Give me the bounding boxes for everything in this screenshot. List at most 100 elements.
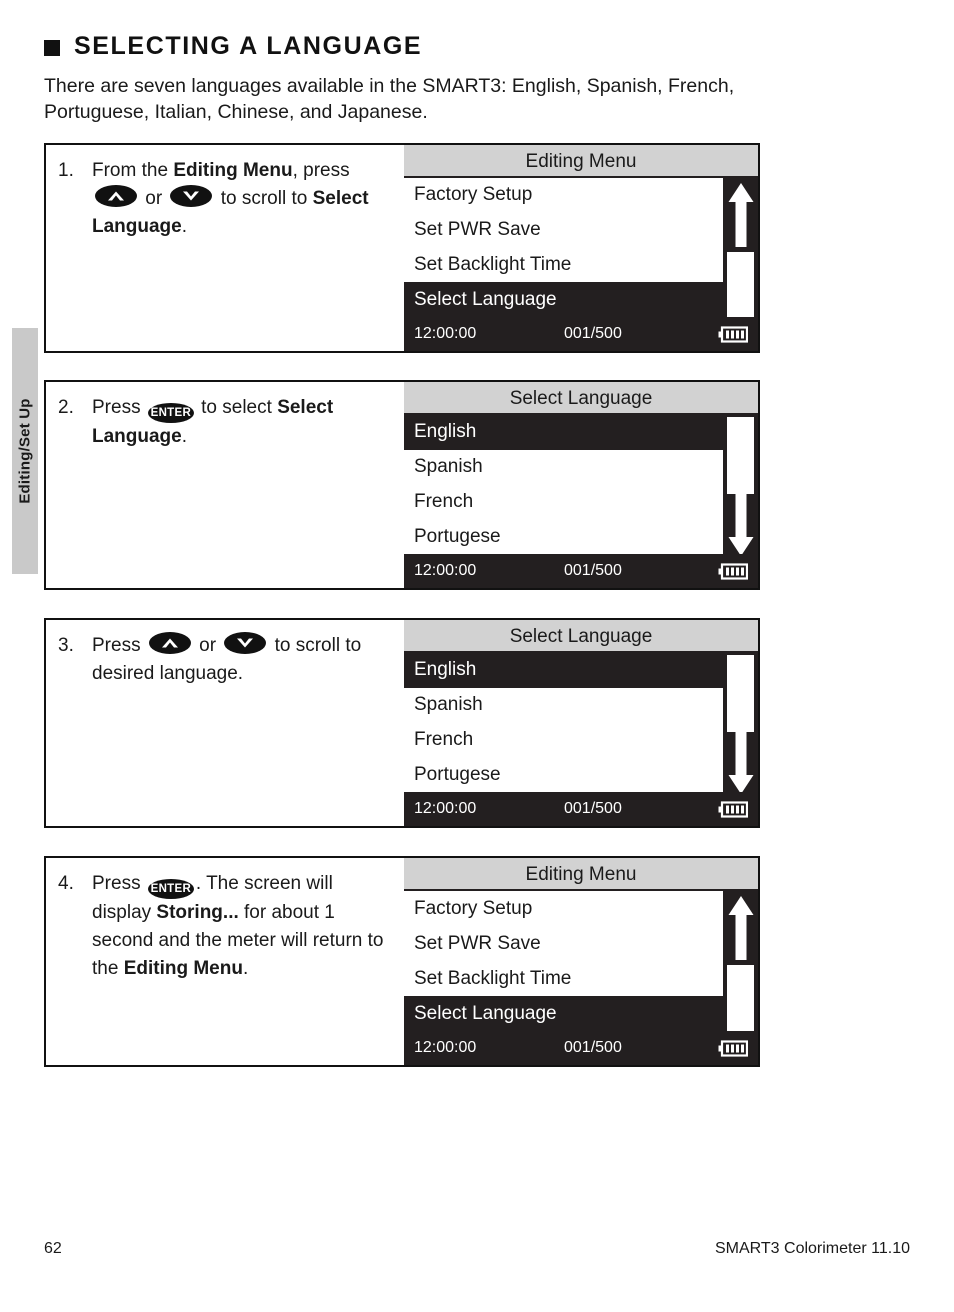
page-footer: 62 SMART3 Colorimeter 11.10 xyxy=(44,1240,910,1258)
lcd-menu-item[interactable]: Factory Setup xyxy=(404,891,723,926)
battery-full-icon xyxy=(718,800,748,818)
lcd-menu-list: Factory Setup Set PWR Save Set Backlight T… xyxy=(404,891,758,1038)
scrollbar-track-cell[interactable] xyxy=(723,961,758,1038)
scrollbar-track-cell[interactable] xyxy=(723,415,758,494)
lcd-status-bar: 12:00:00 001/500 xyxy=(404,1031,758,1065)
lcd-test-count: 001/500 xyxy=(564,1039,622,1056)
lcd-test-count: 001/500 xyxy=(564,800,622,817)
lcd-menu-item[interactable]: Spanish xyxy=(404,687,723,723)
scrollbar-track-cell[interactable] xyxy=(723,926,758,961)
lcd-menu-item[interactable]: French xyxy=(404,484,723,520)
lcd-menu-item[interactable]: English xyxy=(404,653,723,688)
step-number: 2. xyxy=(58,397,74,418)
lcd-scrollbar[interactable] xyxy=(723,178,758,325)
footer-document-title: SMART3 Colorimeter 11.10 xyxy=(714,1240,910,1257)
page-title: SELECTING A LANGUAGE xyxy=(74,32,423,60)
scrollbar-track-cell[interactable] xyxy=(723,248,758,325)
lcd-menu-list: Factory Setup Set PWR Save Set Backlight T… xyxy=(404,178,758,325)
lcd-menu-item[interactable]: English xyxy=(404,415,723,450)
lcd-title-bar: Editing Menu xyxy=(404,858,758,891)
lcd-status-bar: 12:00:00 001/500 xyxy=(404,554,758,588)
section-tab-editing-setup: Editing/Set Up xyxy=(12,328,38,574)
procedure-step: 4. Press ENTER. The screen will display S… xyxy=(44,856,760,1067)
step-instruction: 4. Press ENTER. The screen will display S… xyxy=(46,858,404,1065)
lcd-menu-list: English Spanish French Portugese xyxy=(404,415,758,556)
lcd-menu-item[interactable]: Select Language xyxy=(404,996,723,1031)
scrollbar-track-cell[interactable] xyxy=(723,996,758,1031)
lcd-scrollbar[interactable] xyxy=(723,891,758,1038)
lcd-menu-item[interactable]: Set Backlight Time xyxy=(404,247,723,283)
scrollbar-track-cell[interactable] xyxy=(723,519,758,554)
enter-key-icon[interactable]: ENTER xyxy=(147,879,194,899)
lcd-battery-indicator xyxy=(702,562,748,580)
lcd-scrollbar[interactable] xyxy=(723,415,758,556)
procedure-step: 1. From the Editing Menu, press or to scr… xyxy=(44,143,760,353)
lcd-scrollbar[interactable] xyxy=(723,653,758,794)
lcd-menu-item[interactable]: Select Language xyxy=(404,282,723,317)
battery-full-icon xyxy=(718,1039,748,1057)
step-number: 4. xyxy=(58,873,74,894)
lcd-clock: 12:00:00 xyxy=(414,325,477,342)
procedure-step: 2. Press ENTER to select Select Language.… xyxy=(44,380,760,590)
lcd-status-bar: 12:00:00 001/500 xyxy=(404,317,758,351)
lcd-menu-list: English Spanish French Portugese xyxy=(404,653,758,794)
lcd-battery-indicator xyxy=(702,800,748,818)
scrollbar-track-cell[interactable] xyxy=(723,213,758,248)
scrollbar-track-cell[interactable] xyxy=(723,757,758,792)
lcd-menu-item[interactable]: Portugese xyxy=(404,519,723,554)
lcd-menu-item[interactable]: Set PWR Save xyxy=(404,212,723,248)
scrollbar-track-cell[interactable] xyxy=(723,653,758,732)
lcd-title-bar: Editing Menu xyxy=(404,145,758,178)
step-number: 3. xyxy=(58,635,74,656)
procedure-step: 3. Press or to scroll to desired language… xyxy=(44,618,760,828)
footer-page-number: 62 xyxy=(44,1240,62,1257)
lcd-clock: 12:00:00 xyxy=(414,562,477,579)
lcd-clock: 12:00:00 xyxy=(414,800,477,817)
step-instruction: 2. Press ENTER to select Select Language. xyxy=(46,382,404,588)
enter-key-icon[interactable]: ENTER xyxy=(147,403,194,423)
lcd-battery-indicator xyxy=(702,1039,748,1057)
device-lcd-screen: Select Language English Spanish French Portu… xyxy=(404,620,758,826)
battery-full-icon xyxy=(718,325,748,343)
down-arrow-key-icon[interactable] xyxy=(170,185,213,207)
device-lcd-screen: Editing Menu Factory Setup Set PWR Save Set… xyxy=(404,145,758,351)
scrollbar-arrow-cell[interactable] xyxy=(723,485,758,556)
intro-paragraph: There are seven languages available in t… xyxy=(44,75,735,123)
scrollbar-arrow-cell[interactable] xyxy=(723,178,758,247)
step-instruction: 3. Press or to scroll to desired language… xyxy=(46,620,404,826)
lcd-menu-item[interactable]: Set Backlight Time xyxy=(404,961,723,996)
step-instruction: 1. From the Editing Menu, press or to scr… xyxy=(46,145,404,351)
lcd-menu-item[interactable]: Set PWR Save xyxy=(404,926,723,961)
page-header: SELECTING A LANGUAGE There are seven lan… xyxy=(44,32,904,125)
scrollbar-arrow-cell[interactable] xyxy=(723,723,758,794)
lcd-test-count: 001/500 xyxy=(564,562,622,579)
lcd-menu-item[interactable]: French xyxy=(404,722,723,758)
scrollbar-track-cell[interactable] xyxy=(723,282,758,317)
section-heading: SELECTING A LANGUAGE xyxy=(44,32,904,61)
step-instruction-text: Press ENTER to select Select Language. xyxy=(92,397,334,447)
step-instruction-text: Press or to scroll to desired language. xyxy=(92,632,394,688)
device-lcd-screen: Editing Menu Factory Setup Set PWR Save Set… xyxy=(404,858,758,1065)
lcd-clock: 12:00:00 xyxy=(414,1039,477,1056)
lcd-menu-item[interactable]: Spanish xyxy=(404,449,723,485)
lcd-menu-item[interactable]: Factory Setup xyxy=(404,178,723,213)
device-lcd-screen: Select Language English Spanish French Portu… xyxy=(404,382,758,588)
square-bullet-icon xyxy=(44,39,60,56)
section-tab-label: Editing/Set Up xyxy=(16,398,34,504)
lcd-title-bar: Select Language xyxy=(404,620,758,653)
scrollbar-track-cell[interactable] xyxy=(723,688,758,723)
lcd-battery-indicator xyxy=(702,325,748,343)
lcd-status-bar: 12:00:00 001/500 xyxy=(404,792,758,826)
lcd-title-bar: Select Language xyxy=(404,382,758,415)
down-arrow-key-icon[interactable] xyxy=(224,632,267,654)
scrollbar-arrow-cell[interactable] xyxy=(723,891,758,960)
step-instruction-text: Press ENTER. The screen will display Sto… xyxy=(92,873,384,979)
up-arrow-key-icon[interactable] xyxy=(95,185,137,207)
step-instruction-text: From the Editing Menu, press or to scrol… xyxy=(92,160,369,237)
lcd-test-count: 001/500 xyxy=(564,325,622,342)
up-arrow-key-icon[interactable] xyxy=(148,632,191,654)
lcd-menu-item[interactable]: Portugese xyxy=(404,757,723,792)
step-number: 1. xyxy=(58,160,74,181)
battery-full-icon xyxy=(718,562,748,580)
scrollbar-track-cell[interactable] xyxy=(723,450,758,485)
